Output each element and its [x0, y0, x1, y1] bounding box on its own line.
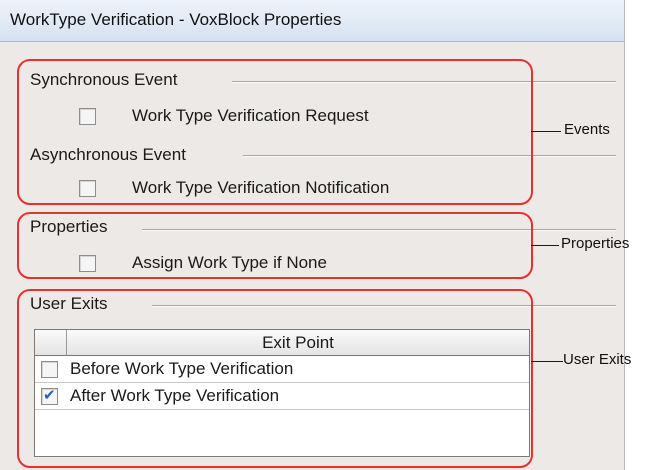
user-exits-callout-box — [17, 289, 533, 468]
events-callout-box — [17, 59, 533, 205]
properties-callout-line — [531, 245, 559, 246]
events-callout-line — [531, 131, 561, 132]
events-callout-label: Events — [564, 121, 610, 138]
properties-callout-box — [17, 212, 533, 279]
properties-callout-label: Properties — [561, 235, 630, 252]
title-bar: WorkType Verification - VoxBlock Propert… — [0, 0, 624, 42]
user-exits-callout-label: User Exits — [563, 351, 632, 368]
window-title: WorkType Verification - VoxBlock Propert… — [10, 10, 342, 29]
user-exits-callout-line — [531, 361, 563, 362]
